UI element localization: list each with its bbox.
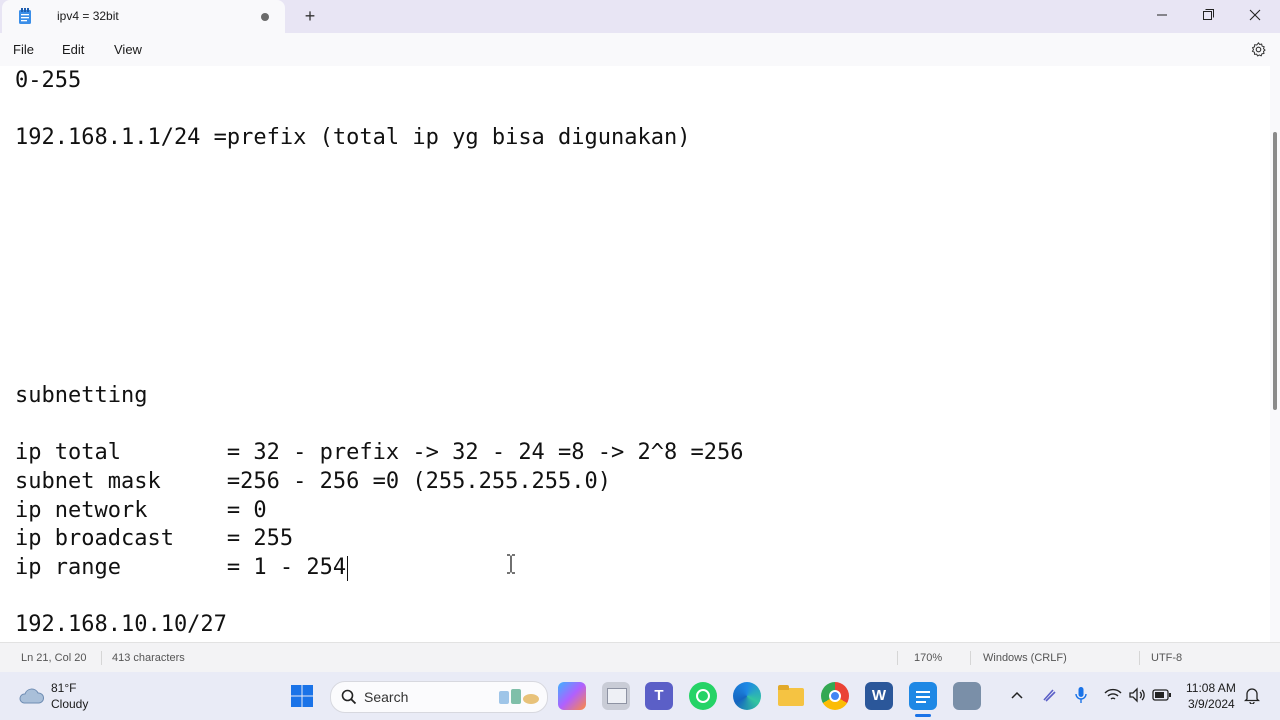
weather-description[interactable]: Cloudy [51,697,88,711]
menu-edit[interactable]: Edit [62,42,84,57]
line-ending[interactable]: Windows (CRLF) [983,652,1067,664]
battery-icon[interactable] [1152,689,1172,701]
status-divider [970,651,971,665]
wifi-icon[interactable] [1104,688,1122,702]
tab-title: ipv4 = 32bit [57,9,119,23]
close-button[interactable] [1232,0,1278,32]
search-highlight-icon [499,689,539,704]
notepad-icon [19,8,31,24]
editor-line-4: ip total = 32 - prefix -> 32 - 24 =8 -> … [15,440,744,465]
tab-ipv4[interactable]: ipv4 = 32bit [2,0,285,33]
chevron-up-icon[interactable] [1010,690,1024,700]
folder-icon[interactable] [777,682,805,710]
status-divider [897,651,898,665]
scrollbar-thumb[interactable] [1273,132,1277,410]
clock-time[interactable]: 11:08 AM [1186,681,1236,695]
menu-file[interactable]: File [13,42,34,57]
unsaved-dot-icon[interactable] [261,13,269,21]
search-placeholder: Search [364,689,409,705]
encoding[interactable]: UTF-8 [1151,652,1182,664]
notification-bell-icon[interactable] [1244,686,1260,704]
editor-line-6: ip network = 0 [15,498,267,523]
volume-icon[interactable] [1128,687,1146,703]
edge-icon[interactable] [733,682,761,710]
microphone-icon[interactable] [1074,686,1088,704]
title-bar: ipv4 = 32bit + [0,0,1280,33]
minimize-button[interactable] [1139,0,1185,32]
ibeam-cursor-icon [507,554,515,574]
teams-icon[interactable]: T [645,682,673,710]
weather-temperature[interactable]: 81°F [51,681,76,695]
cursor-position: Ln 21, Col 20 [21,652,87,664]
editor-line-2: 192.168.1.1/24 =prefix (total ip yg bisa… [15,125,691,150]
maximize-button[interactable] [1185,0,1231,32]
menu-view[interactable]: View [114,42,142,57]
close-icon [1249,9,1261,21]
text-caret [347,556,348,581]
editor-line-1: 0-255 [15,68,82,93]
new-tab-button[interactable]: + [301,6,319,26]
clock-date[interactable]: 3/9/2024 [1188,697,1235,711]
chrome-icon[interactable] [821,682,849,710]
menu-bar: File Edit View [0,33,1280,66]
status-divider [1139,651,1140,665]
taskbar: 81°F Cloudy Search T W 11:08 AM 3/9/2024 [0,672,1280,720]
copilot-icon[interactable] [558,682,586,710]
editor-line-7: ip broadcast = 255 [15,526,294,551]
network-tray-icon[interactable] [953,682,981,710]
minimize-icon [1157,14,1167,16]
editor-line-5: subnet mask =256 - 256 =0 (255.255.255.0… [15,469,612,494]
file-explorer-icon[interactable] [602,682,630,710]
windows-start-icon[interactable] [290,684,314,708]
editor-line-3: subnetting [15,383,148,408]
maximize-icon [1203,9,1214,20]
active-app-indicator [915,714,931,717]
weather-cloud-icon[interactable] [17,684,45,706]
editor-line-9: 192.168.10.10/27 [15,612,227,637]
character-count: 413 characters [112,652,185,664]
settings-gear-icon[interactable] [1250,41,1267,58]
zoom-level[interactable]: 170% [914,652,942,664]
whatsapp-icon[interactable] [689,682,717,710]
pen-icon[interactable] [1041,687,1057,703]
status-bar: Ln 21, Col 20 413 characters 170% Window… [0,642,1280,673]
notepad-taskbar-icon[interactable] [909,682,937,710]
taskbar-search[interactable]: Search [330,681,548,713]
search-icon [341,689,357,705]
word-icon[interactable]: W [865,682,893,710]
text-editor[interactable]: 0-255 192.168.1.1/24 =prefix (total ip y… [0,66,1270,642]
editor-line-8: ip range = 1 - 254 [15,555,347,580]
status-divider [101,651,102,665]
